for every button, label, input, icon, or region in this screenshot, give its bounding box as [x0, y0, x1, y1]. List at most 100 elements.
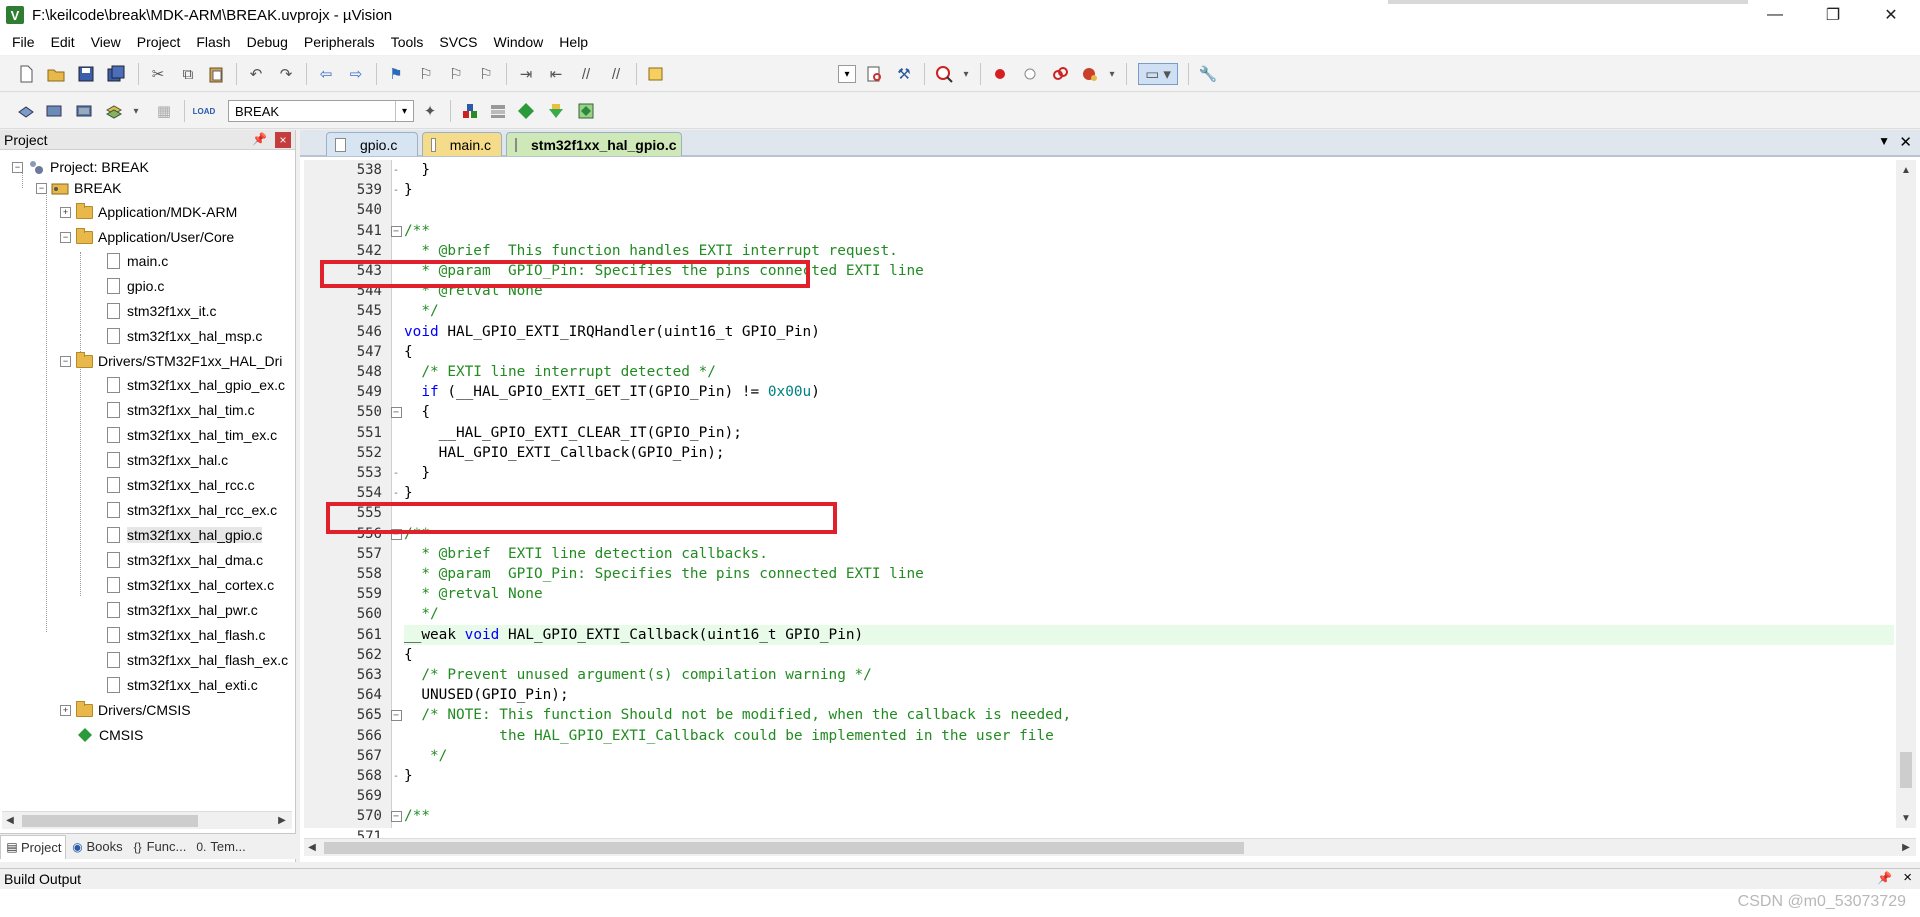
download-load-icon[interactable]: LOAD — [193, 101, 216, 121]
minimize-button[interactable]: — — [1746, 0, 1804, 30]
build-icon[interactable] — [44, 101, 64, 121]
copy-icon[interactable]: ⧉ — [178, 64, 198, 84]
tab-books[interactable]: ◉ Books — [66, 835, 126, 859]
scroll-right-icon[interactable]: ▶ — [274, 813, 290, 829]
tree-group[interactable]: + Drivers/CMSIS — [60, 699, 191, 721]
tree-project-root[interactable]: − Project: BREAK — [12, 156, 149, 178]
target-options-icon[interactable]: ✦ — [420, 101, 440, 121]
tree-file[interactable]: stm32f1xx_hal_flash_ex.c — [104, 649, 288, 671]
translate-icon[interactable] — [16, 101, 36, 121]
tree-file[interactable]: stm32f1xx_hal_gpio_ex.c — [104, 374, 285, 396]
pack-installer-icon[interactable] — [546, 101, 566, 121]
incremental-find-icon[interactable]: ⚒ — [894, 64, 914, 84]
configure-icon[interactable]: 🔧 — [1198, 64, 1218, 84]
menu-view[interactable]: View — [83, 30, 129, 55]
tab-project[interactable]: ▤ Project — [0, 834, 67, 859]
expand-icon[interactable]: + — [60, 704, 71, 716]
tree-file[interactable]: stm32f1xx_hal_exti.c — [104, 674, 258, 696]
fold-toggle-icon[interactable]: − — [390, 221, 402, 241]
fold-toggle-icon[interactable]: − — [390, 806, 402, 826]
menu-peripherals[interactable]: Peripherals — [296, 30, 383, 55]
navigate-back-icon[interactable]: ⇦ — [316, 64, 336, 84]
collapse-icon[interactable]: − — [36, 182, 47, 194]
tree-file[interactable]: stm32f1xx_hal_rcc_ex.c — [104, 499, 277, 521]
collapse-icon[interactable]: − — [60, 231, 71, 243]
chevron-down-icon[interactable]: ▾ — [395, 101, 413, 121]
scroll-right-icon[interactable]: ▶ — [1898, 840, 1914, 856]
pin-icon[interactable]: 📌 — [252, 132, 267, 146]
close-icon[interactable]: × — [275, 132, 291, 148]
tree-file[interactable]: stm32f1xx_hal_msp.c — [104, 325, 262, 347]
cut-icon[interactable]: ✂ — [148, 64, 168, 84]
menu-tools[interactable]: Tools — [383, 30, 432, 55]
tab-gpio-c[interactable]: gpio.c — [326, 132, 418, 156]
menu-edit[interactable]: Edit — [43, 30, 83, 55]
tab-templates[interactable]: 0. Tem... — [190, 835, 249, 859]
tree-group[interactable]: + Application/MDK-ARM — [60, 201, 237, 223]
scroll-left-icon[interactable]: ◀ — [304, 840, 320, 856]
find-combo-dropdown[interactable]: ▾ — [838, 65, 856, 83]
tree-file[interactable]: stm32f1xx_hal_cortex.c — [104, 574, 274, 596]
tree-file[interactable]: stm32f1xx_hal.c — [104, 449, 228, 471]
tree-file[interactable]: stm32f1xx_it.c — [104, 300, 216, 322]
tab-stm32f1xx-hal-gpio-c[interactable]: stm32f1xx_hal_gpio.c — [506, 132, 682, 156]
find-in-files-icon[interactable] — [646, 64, 666, 84]
clear-bookmarks-icon[interactable]: ⚐ — [476, 64, 496, 84]
save-all-icon[interactable] — [106, 64, 126, 84]
find-icon[interactable] — [864, 64, 884, 84]
batch-build-icon[interactable] — [104, 101, 124, 121]
redo-icon[interactable]: ↷ — [276, 64, 296, 84]
debug-session-icon[interactable] — [934, 64, 954, 84]
fold-toggle-icon[interactable]: − — [390, 402, 402, 422]
scroll-down-icon[interactable]: ▼ — [1898, 810, 1914, 826]
indent-icon[interactable]: ⇥ — [516, 64, 536, 84]
editor-horizontal-scrollbar[interactable]: ◀ ▶ — [304, 838, 1916, 856]
stop-build-icon[interactable]: ▦ — [154, 101, 174, 121]
comment-icon[interactable]: // — [576, 64, 596, 84]
tree-group[interactable]: − Drivers/STM32F1xx_HAL_Dri — [60, 350, 282, 372]
scroll-up-icon[interactable]: ▲ — [1898, 162, 1914, 178]
project-horizontal-scrollbar[interactable]: ◀ ▶ — [2, 811, 292, 829]
uncomment-icon[interactable]: // — [606, 64, 626, 84]
tree-file[interactable]: stm32f1xx_hal_tim.c — [104, 399, 255, 421]
undo-icon[interactable]: ↶ — [246, 64, 266, 84]
menu-file[interactable]: File — [4, 30, 43, 55]
breakpoint-dropdown-icon[interactable]: ▾ — [1102, 64, 1122, 84]
tree-file[interactable]: gpio.c — [104, 275, 164, 297]
menu-flash[interactable]: Flash — [188, 30, 238, 55]
tab-main-c[interactable]: main.c — [422, 132, 502, 156]
disable-all-breakpoints-icon[interactable] — [1050, 64, 1070, 84]
scroll-thumb[interactable] — [22, 815, 198, 827]
paste-icon[interactable] — [206, 64, 226, 84]
close-window-button[interactable]: ✕ — [1862, 0, 1920, 30]
insert-breakpoint-icon[interactable] — [990, 64, 1010, 84]
close-tab-icon[interactable]: ✕ — [1899, 133, 1912, 151]
scroll-thumb[interactable] — [324, 842, 1244, 854]
component-viewer-icon[interactable] — [576, 101, 596, 121]
tree-file-selected[interactable]: stm32f1xx_hal_gpio.c — [104, 524, 263, 546]
rebuild-icon[interactable] — [74, 101, 94, 121]
kill-all-breakpoints-icon[interactable] — [1080, 64, 1100, 84]
batch-dropdown-icon[interactable]: ▾ — [126, 101, 146, 121]
manage-rte-icon[interactable] — [516, 101, 536, 121]
close-icon[interactable]: × — [1903, 869, 1912, 886]
new-file-icon[interactable] — [16, 64, 36, 84]
tree-group[interactable]: − Application/User/Core — [60, 226, 234, 248]
scroll-thumb[interactable] — [1900, 752, 1912, 788]
navigate-forward-icon[interactable]: ⇨ — [346, 64, 366, 84]
tree-file[interactable]: main.c — [104, 250, 168, 272]
collapse-icon[interactable]: − — [12, 161, 23, 173]
tree-file[interactable]: stm32f1xx_hal_flash.c — [104, 624, 266, 646]
unindent-icon[interactable]: ⇤ — [546, 64, 566, 84]
expand-icon[interactable]: + — [60, 206, 71, 218]
editor-vertical-scrollbar[interactable]: ▲ ▼ — [1896, 160, 1916, 828]
open-file-icon[interactable] — [46, 64, 66, 84]
collapse-icon[interactable]: − — [60, 355, 71, 367]
window-layout-icon[interactable]: ▭ ▾ — [1138, 63, 1178, 85]
tab-list-dropdown-icon[interactable]: ▼ — [1878, 134, 1890, 148]
next-bookmark-icon[interactable]: ⚐ — [446, 64, 466, 84]
bookmark-icon[interactable]: ⚑ — [386, 64, 406, 84]
menu-window[interactable]: Window — [486, 30, 552, 55]
prev-bookmark-icon[interactable]: ⚐ — [416, 64, 436, 84]
debug-dropdown-icon[interactable]: ▾ — [956, 64, 976, 84]
